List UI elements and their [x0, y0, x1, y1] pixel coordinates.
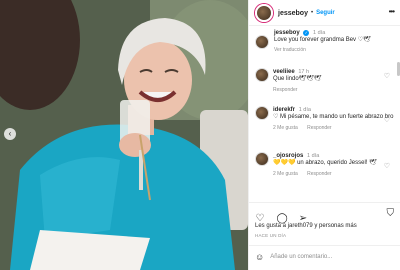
- comment-input[interactable]: Añade un comentario...: [270, 254, 332, 260]
- heart-icon[interactable]: ♡: [384, 116, 390, 124]
- previous-arrow-icon[interactable]: ‹: [4, 128, 16, 140]
- reply-button[interactable]: Responder: [307, 171, 331, 177]
- caption-avatar[interactable]: [255, 34, 269, 49]
- reply-button[interactable]: Responder: [273, 87, 297, 93]
- divider: [249, 202, 400, 203]
- comments-panel: jesseboy • Seguir ••• jesseboy ✓ 1 día L…: [248, 0, 400, 270]
- more-icon[interactable]: •••: [389, 7, 395, 16]
- post-username[interactable]: jesseboy: [278, 10, 308, 17]
- comment-text: 💛💛💛 un abrazo, querido Jessel! 🕊: [273, 160, 377, 166]
- action-bar: ♡ ◯ ➢ ⛉: [255, 208, 396, 224]
- divider: [249, 245, 400, 246]
- comment-likes[interactable]: 2 Me gusta: [273, 125, 298, 131]
- comment-avatar[interactable]: [255, 68, 269, 82]
- emoji-icon[interactable]: ☺: [255, 252, 264, 262]
- comment-text: Que lindo🕊🕊🕊: [273, 76, 322, 82]
- comment-item: _ojosrojos 1 día 💛💛💛 un abrazo, querido …: [255, 152, 396, 177]
- comment-text: ♡ Mi pésame, te mando un fuerte abrazo b…: [273, 114, 394, 120]
- photo-illustration: [0, 0, 248, 270]
- caption-text: Love you forever grandma Bev ♡🕊: [274, 37, 371, 43]
- bookmark-icon[interactable]: ⛉: [387, 208, 395, 219]
- likes-summary[interactable]: Les gusta a jareth079 y personas más: [255, 223, 396, 229]
- post-photo[interactable]: ‹: [0, 0, 248, 270]
- reply-button[interactable]: Responder: [307, 125, 331, 131]
- avatar[interactable]: [255, 4, 273, 22]
- separator-dot: •: [310, 10, 314, 16]
- follow-button[interactable]: Seguir: [316, 10, 335, 16]
- comment-avatar[interactable]: [255, 152, 269, 166]
- post-header: jesseboy • Seguir •••: [255, 4, 396, 22]
- add-comment-bar: ☺ Añade un comentario...: [255, 250, 396, 264]
- heart-icon[interactable]: ♡: [384, 72, 390, 80]
- comment-likes[interactable]: 2 Me gusta: [273, 171, 298, 177]
- comment-item: veeliiee 17 h Que lindo🕊🕊🕊 Responder ♡: [255, 68, 396, 93]
- comment-item: iderekfr 1 día ♡ Mi pésame, te mando un …: [255, 106, 396, 131]
- comment-avatar[interactable]: [255, 106, 269, 120]
- translate-link[interactable]: Ver traducción: [274, 47, 371, 53]
- heart-icon[interactable]: ♡: [384, 162, 390, 170]
- caption: jesseboy ✓ 1 día Love you forever grandm…: [255, 30, 396, 53]
- post-date: HACE UN DÍA: [255, 233, 287, 238]
- divider: [249, 25, 400, 26]
